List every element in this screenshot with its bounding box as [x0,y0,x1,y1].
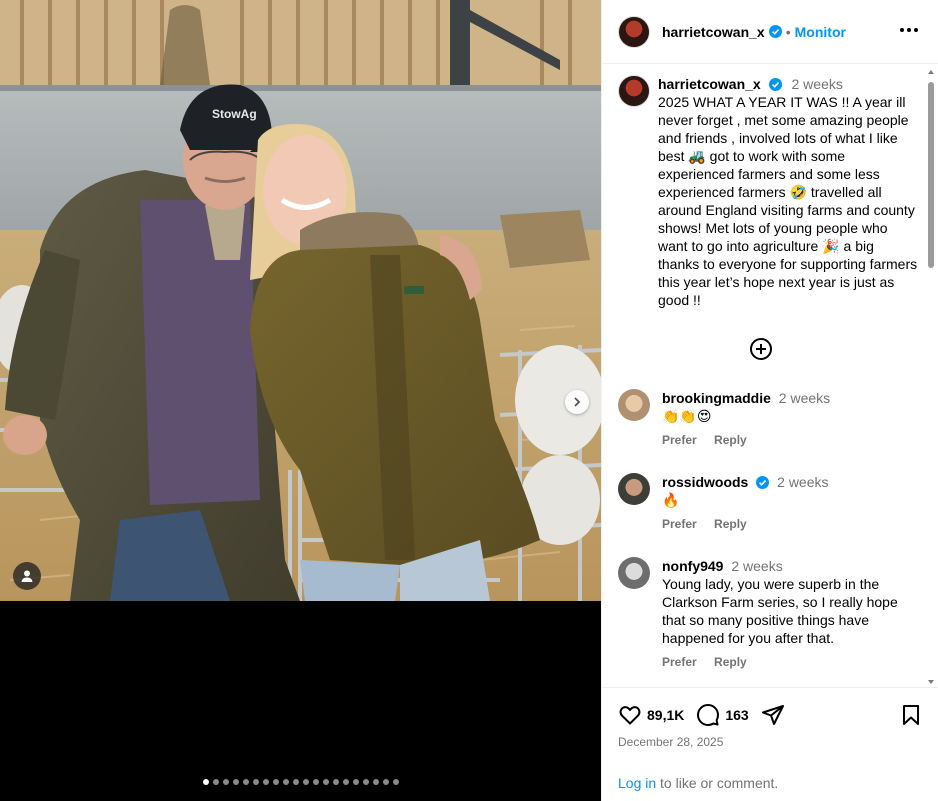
comment-icon[interactable] [696,703,720,727]
commenter-avatar[interactable] [618,389,650,421]
slide-indicator [0,779,601,785]
login-prompt: Log in to like or comment. [618,775,778,791]
like-comment-button[interactable]: Prefer [662,433,697,447]
login-link[interactable]: Log in [618,775,656,791]
slide-dot [302,779,309,785]
slide-dot [282,779,289,785]
slide-dot [292,779,299,785]
slide-dot [202,779,209,785]
comment-item: brookingmaddie 2 weeks 👏👏😍 Prefer Reply [618,389,918,447]
slide-dot [242,779,249,785]
like-comment-button[interactable]: Prefer [662,655,697,669]
comment-text: Young lady, you were superb in the Clark… [662,576,898,646]
post-header: harrietcowan_x • Monitor [602,0,938,64]
post-photo[interactable]: StowAg [0,0,601,601]
comment-text: 👏👏😍 [662,408,712,424]
slide-dot [232,779,239,785]
comment-time[interactable]: 2 weeks [731,558,782,574]
reply-button[interactable]: Reply [714,517,747,531]
post-panel: harrietcowan_x • Monitor harrietcowan_x [601,0,938,801]
commenter-username[interactable]: nonfy949 [662,558,723,574]
user-tag-button[interactable] [13,562,41,590]
chevron-right-icon [574,397,581,407]
post-caption: harrietcowan_x 2 weeks 2025 WHAT A YEAR … [618,75,918,309]
header-separator: • [785,23,791,40]
slide-dot [352,779,359,785]
next-slide-button[interactable] [565,390,589,414]
action-bar: 89,1K 163 [618,702,923,728]
comment-text: 🔥 [662,492,680,508]
post-date[interactable]: December 28, 2025 [618,735,723,749]
comments-count[interactable]: 163 [725,707,748,723]
scrollbar-thumb[interactable] [928,82,934,268]
svg-text:StowAg: StowAg [212,107,257,121]
comment-item: nonfy949 2 weeks Young lady, you were su… [618,557,918,669]
scroll-up-icon[interactable] [927,68,935,76]
load-more-icon [750,338,772,360]
commenter-avatar[interactable] [618,473,650,505]
caption-text: 2025 WHAT A YEAR IT WAS !! A year ill ne… [658,94,922,308]
slide-dot [382,779,389,785]
comments-scroll-area[interactable]: harrietcowan_x 2 weeks 2025 WHAT A YEAR … [602,65,938,687]
commenter-username[interactable]: brookingmaddie [662,390,771,406]
slide-dot [312,779,319,785]
like-comment-button[interactable]: Prefer [662,517,697,531]
heart-icon[interactable] [618,703,642,727]
slide-dot [332,779,339,785]
commenter-avatar[interactable] [618,557,650,589]
more-icon [899,28,904,32]
scroll-down-icon[interactable] [927,678,935,686]
more-options-button[interactable] [898,28,919,32]
author-avatar[interactable] [618,15,650,48]
comments-scrollbar[interactable] [927,68,935,686]
bookmark-icon[interactable] [899,703,923,727]
slide-dot [262,779,269,785]
slide-dot [222,779,229,785]
slide-dot [362,779,369,785]
share-icon[interactable] [761,703,785,727]
user-tag-icon [21,570,33,582]
verified-icon [756,476,770,489]
comment-item: rossidwoods 2 weeks 🔥 Prefer Reply [618,473,918,531]
caption-username[interactable]: harrietcowan_x [658,76,761,92]
load-more-comments-button[interactable] [749,337,773,361]
verified-icon [768,78,782,91]
caption-avatar[interactable] [618,75,650,107]
post-media: StowAg [0,0,601,801]
comment-time[interactable]: 2 weeks [779,390,830,406]
author-username[interactable]: harrietcowan_x [662,24,765,40]
slide-dot [252,779,259,785]
likes-count[interactable]: 89,1K [647,707,684,723]
reply-button[interactable]: Reply [714,433,747,447]
slide-dot [212,779,219,785]
login-prompt-text: to like or comment. [656,775,779,791]
post-footer: 89,1K 163 December 28, 2025 Log in to li… [602,687,938,801]
commenter-username[interactable]: rossidwoods [662,474,748,490]
caption-time[interactable]: 2 weeks [792,76,843,92]
slide-dot [372,779,379,785]
reply-button[interactable]: Reply [714,655,747,669]
slide-dot [322,779,329,785]
comment-time[interactable]: 2 weeks [777,474,828,490]
follow-button[interactable]: Monitor [795,24,846,40]
verified-icon [768,25,782,38]
slide-dot [272,779,279,785]
slide-dot [342,779,349,785]
slide-dot [392,779,399,785]
